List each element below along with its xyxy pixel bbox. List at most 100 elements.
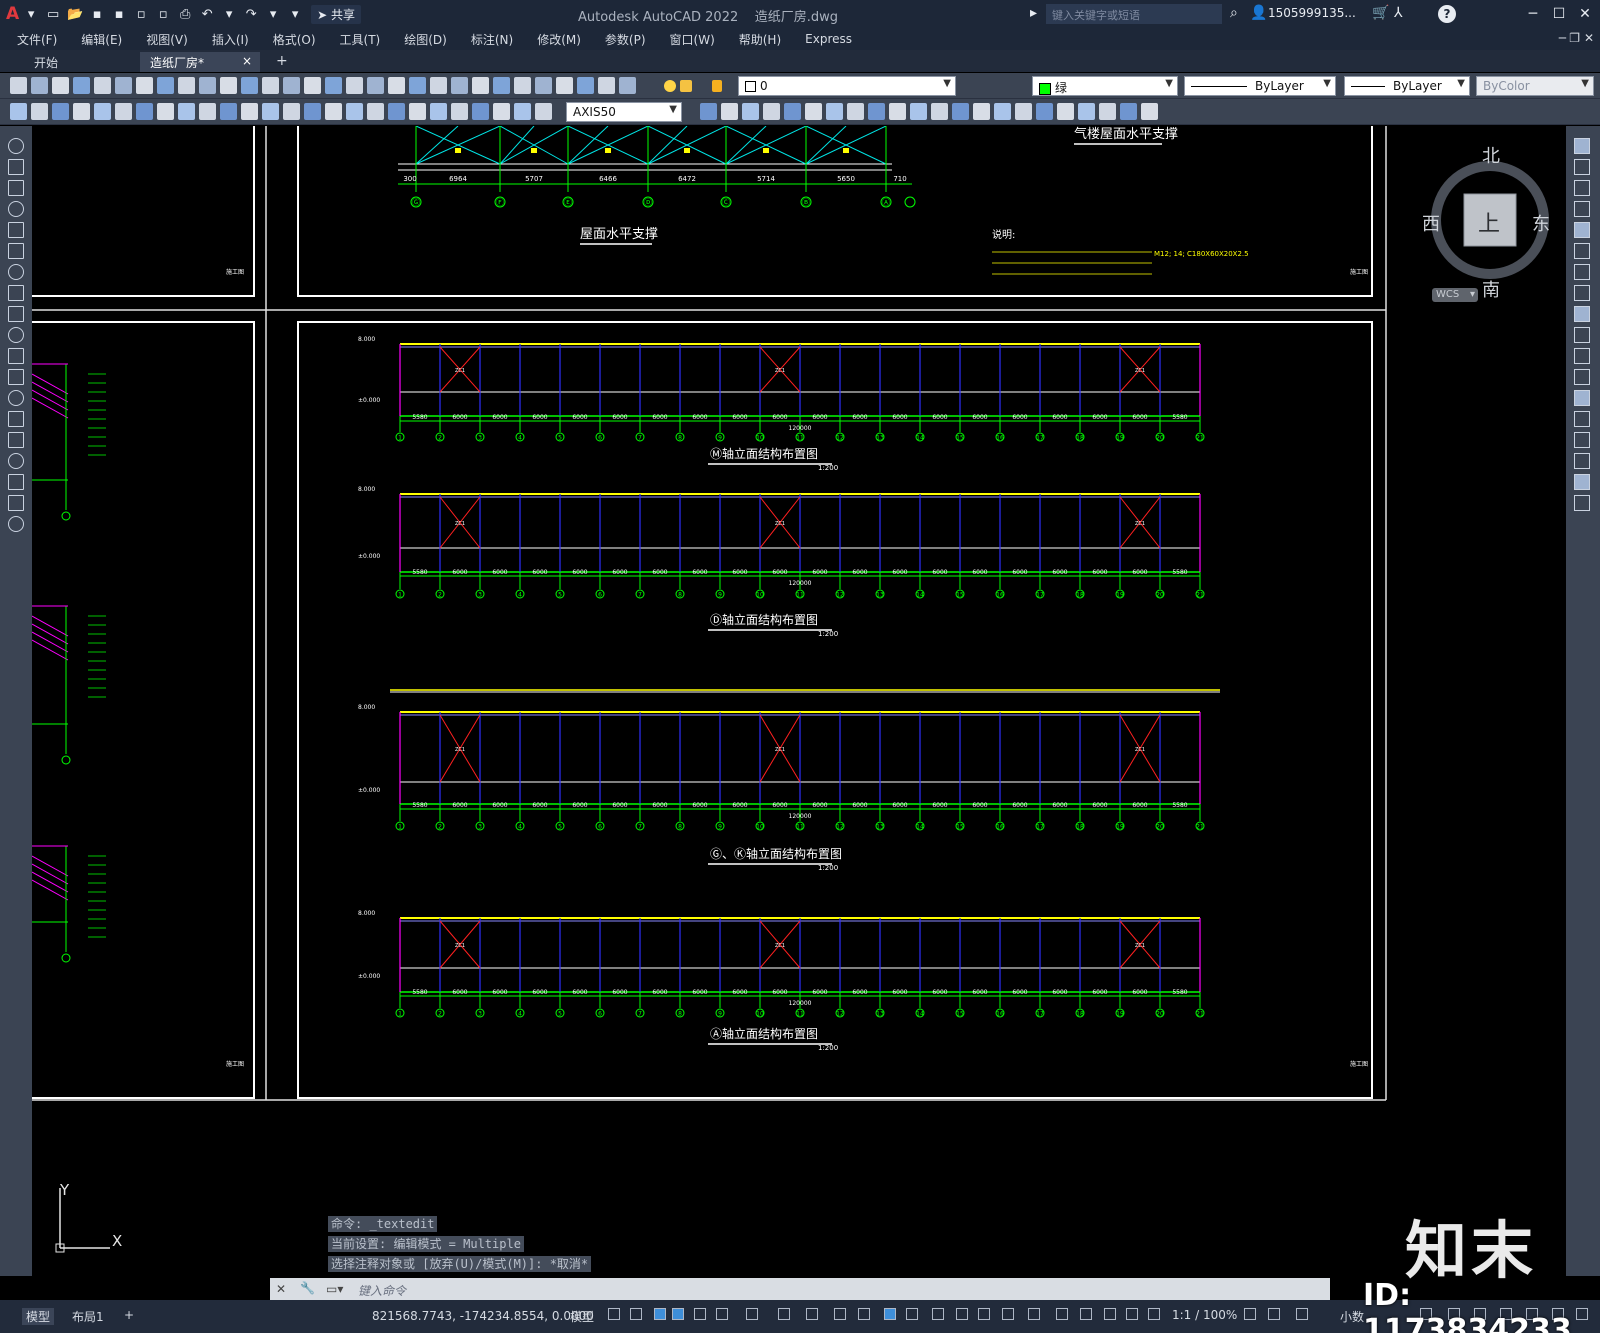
dim-tool-28-icon[interactable] bbox=[721, 103, 738, 120]
standard-tool-26-icon[interactable] bbox=[535, 77, 552, 94]
dim-tool-24-icon[interactable] bbox=[493, 103, 510, 120]
status-toggle-23-icon[interactable] bbox=[1148, 1308, 1160, 1320]
dim-tool-10-icon[interactable] bbox=[199, 103, 216, 120]
modify-tool-13-icon[interactable] bbox=[1574, 390, 1590, 406]
menu-edit[interactable]: 编辑(E) bbox=[81, 31, 122, 48]
dim-tool-4-icon[interactable] bbox=[73, 103, 90, 120]
draw-tool-12-icon[interactable] bbox=[8, 369, 24, 385]
dimstyle-select[interactable]: AXIS50 ▼ bbox=[566, 102, 682, 122]
dim-tool-9-icon[interactable] bbox=[178, 103, 195, 120]
tab-close-icon[interactable]: × bbox=[242, 54, 252, 68]
menu-insert[interactable]: 插入(I) bbox=[212, 31, 249, 48]
status-toggle-9-icon[interactable] bbox=[806, 1308, 818, 1320]
dim-tool-26-icon[interactable] bbox=[535, 103, 552, 120]
dim-tool-19-icon[interactable] bbox=[388, 103, 405, 120]
dim-tool-1-icon[interactable] bbox=[10, 103, 27, 120]
modify-tool-10-icon[interactable] bbox=[1574, 327, 1590, 343]
dim-tool-3-icon[interactable] bbox=[52, 103, 69, 120]
coordinates-readout[interactable]: 821568.7743, -174234.8554, 0.0000 bbox=[372, 1309, 594, 1323]
standard-tool-12-icon[interactable] bbox=[241, 77, 258, 94]
viewcube-south[interactable]: 南 bbox=[1482, 276, 1500, 302]
modify-tool-17-icon[interactable] bbox=[1574, 474, 1590, 490]
plotstyle-select[interactable]: ByColor ▼ bbox=[1476, 76, 1594, 96]
status-toggle-22-icon[interactable] bbox=[1126, 1308, 1138, 1320]
draw-tool-14-icon[interactable] bbox=[8, 411, 24, 427]
standard-tool-28-icon[interactable] bbox=[577, 77, 594, 94]
command-close-icon[interactable]: ✕ bbox=[276, 1282, 286, 1296]
dim-tool-5-icon[interactable] bbox=[94, 103, 111, 120]
menu-express[interactable]: Express bbox=[805, 32, 852, 46]
app-menu-arrow-icon[interactable]: ▾ bbox=[21, 4, 41, 24]
user-icon[interactable]: 👤 bbox=[1250, 5, 1267, 21]
cart-icon[interactable]: 🛒 bbox=[1372, 5, 1389, 21]
status-toggle-25-icon[interactable] bbox=[1268, 1308, 1280, 1320]
draw-tool-19-icon[interactable] bbox=[8, 516, 24, 532]
standard-tool-29-icon[interactable] bbox=[598, 77, 615, 94]
standard-tool-21-icon[interactable] bbox=[430, 77, 447, 94]
modify-tool-11-icon[interactable] bbox=[1574, 348, 1590, 364]
command-recent-icon[interactable]: ▭▾ bbox=[326, 1282, 343, 1296]
status-toggle-19-icon[interactable] bbox=[1056, 1308, 1068, 1320]
status-toggle-21-icon[interactable] bbox=[1104, 1308, 1116, 1320]
menu-draw[interactable]: 绘图(D) bbox=[404, 31, 447, 48]
dim-tool-21-icon[interactable] bbox=[430, 103, 447, 120]
dim-tool-15-icon[interactable] bbox=[304, 103, 321, 120]
tab-model[interactable]: 模型 bbox=[22, 1308, 55, 1325]
dim-tool-13-icon[interactable] bbox=[262, 103, 279, 120]
dim-tool-14-icon[interactable] bbox=[283, 103, 300, 120]
standard-tool-17-icon[interactable] bbox=[346, 77, 363, 94]
user-name[interactable]: 1505999135... bbox=[1268, 6, 1356, 20]
standard-tool-27-icon[interactable] bbox=[556, 77, 573, 94]
standard-tool-7-icon[interactable] bbox=[136, 77, 153, 94]
dim-tool-31-icon[interactable] bbox=[784, 103, 801, 120]
modify-tool-6-icon[interactable] bbox=[1574, 243, 1590, 259]
modify-tool-5-icon[interactable] bbox=[1574, 222, 1590, 238]
dim-tool-7-icon[interactable] bbox=[136, 103, 153, 120]
standard-tool-4-icon[interactable] bbox=[73, 77, 90, 94]
tab-drawing[interactable]: 造纸厂房* × bbox=[140, 52, 260, 72]
status-toggle-8-icon[interactable] bbox=[778, 1308, 790, 1320]
draw-tool-17-icon[interactable] bbox=[8, 474, 24, 490]
dim-tool-48-icon[interactable] bbox=[1141, 103, 1158, 120]
standard-tool-14-icon[interactable] bbox=[283, 77, 300, 94]
dim-tool-40-icon[interactable] bbox=[973, 103, 990, 120]
status-toggle-3-icon[interactable] bbox=[654, 1308, 666, 1320]
menu-window[interactable]: 窗口(W) bbox=[670, 31, 715, 48]
dim-tool-2-icon[interactable] bbox=[31, 103, 48, 120]
autocad-logo-icon[interactable]: A bbox=[6, 4, 19, 24]
layer-select[interactable]: 0 ▼ bbox=[738, 76, 956, 96]
dim-tool-39-icon[interactable] bbox=[952, 103, 969, 120]
lineweight-select[interactable]: ByLayer ▼ bbox=[1344, 76, 1470, 96]
annotation-scale[interactable]: 1:1 / 100% bbox=[1172, 1308, 1237, 1322]
modify-tool-1-icon[interactable] bbox=[1574, 138, 1590, 154]
dim-tool-22-icon[interactable] bbox=[451, 103, 468, 120]
maximize-icon[interactable]: ☐ bbox=[1546, 3, 1572, 25]
modify-tool-14-icon[interactable] bbox=[1574, 411, 1590, 427]
dim-tool-8-icon[interactable] bbox=[157, 103, 174, 120]
open-file-icon[interactable]: 📂 bbox=[65, 4, 85, 24]
standard-tool-23-icon[interactable] bbox=[472, 77, 489, 94]
wcs-menu[interactable]: WCS ▾ bbox=[1432, 288, 1478, 302]
status-toggle-5-icon[interactable] bbox=[694, 1308, 706, 1320]
undo-list-icon[interactable]: ▾ bbox=[219, 4, 239, 24]
standard-tool-5-icon[interactable] bbox=[94, 77, 111, 94]
drawing-canvas[interactable]: Ⓖ Ⓕ Ⓔ Ⓓ Ⓒ Ⓑ Ⓐ 300 6964 5707 6466 6472 5714 5650 710 屋面水… bbox=[32, 126, 1566, 1276]
dim-tool-46-icon[interactable] bbox=[1099, 103, 1116, 120]
status-toggle-2-icon[interactable] bbox=[630, 1308, 642, 1320]
standard-tool-15-icon[interactable] bbox=[304, 77, 321, 94]
modify-tool-4-icon[interactable] bbox=[1574, 201, 1590, 217]
draw-tool-16-icon[interactable] bbox=[8, 453, 24, 469]
menu-dimension[interactable]: 标注(N) bbox=[471, 31, 513, 48]
dim-tool-38-icon[interactable] bbox=[931, 103, 948, 120]
autodesk-app-icon[interactable]: ⅄ bbox=[1394, 5, 1403, 21]
standard-tool-9-icon[interactable] bbox=[178, 77, 195, 94]
dim-tool-18-icon[interactable] bbox=[367, 103, 384, 120]
viewcube-north[interactable]: 北 bbox=[1482, 142, 1500, 168]
save-icon[interactable]: ▪ bbox=[87, 4, 107, 24]
redo-list-icon[interactable]: ▾ bbox=[263, 4, 283, 24]
status-toggle-20-icon[interactable] bbox=[1080, 1308, 1092, 1320]
tab-layout1[interactable]: 布局1 bbox=[72, 1308, 104, 1325]
modify-tool-18-icon[interactable] bbox=[1574, 495, 1590, 511]
standard-tool-8-icon[interactable] bbox=[157, 77, 174, 94]
menu-file[interactable]: 文件(F) bbox=[17, 31, 57, 48]
